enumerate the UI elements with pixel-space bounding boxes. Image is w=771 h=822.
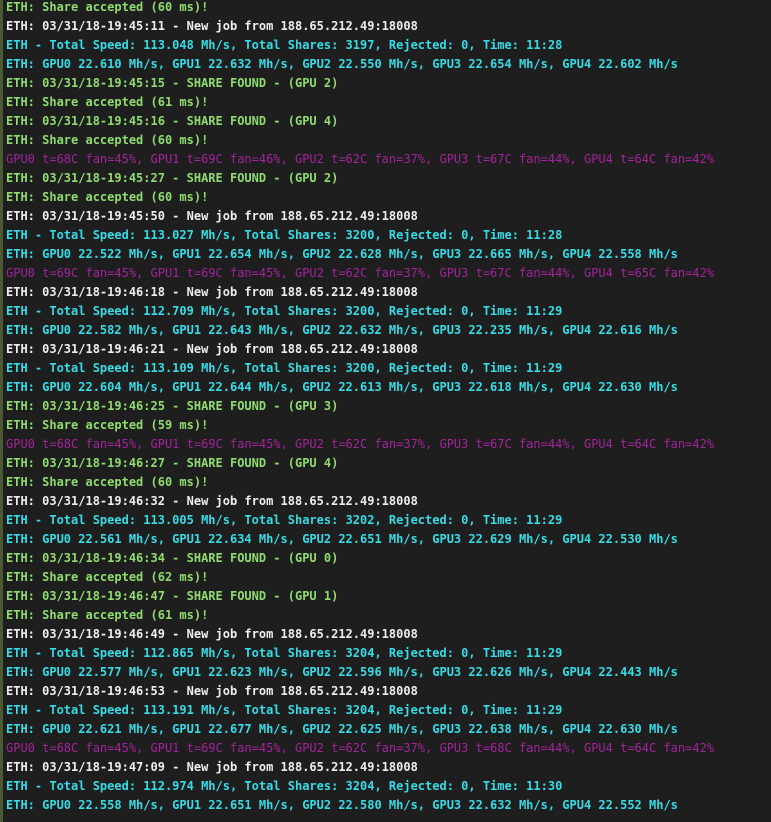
log-line: GPU0 t=68C fan=45%, GPU1 t=69C fan=45%, … xyxy=(6,741,715,755)
log-line: ETH: GPU0 22.577 Mh/s, GPU1 22.623 Mh/s,… xyxy=(6,665,678,679)
log-line: ETH: 03/31/18-19:45:16 - SHARE FOUND - (… xyxy=(6,114,339,128)
log-line: ETH: 03/31/18-19:46:21 - New job from 18… xyxy=(6,342,418,356)
miner-log-output: ETH: Share accepted (60 ms)! ETH: 03/31/1… xyxy=(6,0,771,815)
log-line: ETH: 03/31/18-19:46:53 - New job from 18… xyxy=(6,684,418,698)
log-line: ETH: Share accepted (60 ms)! xyxy=(6,133,209,147)
log-line: GPU0 t=68C fan=45%, GPU1 t=69C fan=45%, … xyxy=(6,437,715,451)
log-line: ETH - Total Speed: 112.974 Mh/s, Total S… xyxy=(6,779,563,793)
log-line: ETH: Share accepted (60 ms)! xyxy=(6,190,209,204)
log-line: ETH: Share accepted (60 ms)! xyxy=(6,475,209,489)
log-line: ETH: 03/31/18-19:45:15 - SHARE FOUND - (… xyxy=(6,76,339,90)
log-line: ETH - Total Speed: 113.191 Mh/s, Total S… xyxy=(6,703,563,717)
log-line: ETH: 03/31/18-19:46:32 - New job from 18… xyxy=(6,494,418,508)
log-line: ETH - Total Speed: 112.865 Mh/s, Total S… xyxy=(6,646,563,660)
log-line: GPU0 t=69C fan=45%, GPU1 t=69C fan=45%, … xyxy=(6,266,715,280)
log-line: ETH: 03/31/18-19:46:34 - SHARE FOUND - (… xyxy=(6,551,339,565)
log-line: ETH: GPU0 22.522 Mh/s, GPU1 22.654 Mh/s,… xyxy=(6,247,678,261)
log-line: ETH: GPU0 22.561 Mh/s, GPU1 22.634 Mh/s,… xyxy=(6,532,678,546)
log-line: ETH - Total Speed: 112.709 Mh/s, Total S… xyxy=(6,304,563,318)
log-line: GPU0 t=68C fan=45%, GPU1 t=69C fan=46%, … xyxy=(6,152,715,166)
log-line: ETH: GPU0 22.604 Mh/s, GPU1 22.644 Mh/s,… xyxy=(6,380,678,394)
left-gutter-bar xyxy=(0,0,3,822)
log-line: ETH: 03/31/18-19:46:27 - SHARE FOUND - (… xyxy=(6,456,339,470)
log-line: ETH: GPU0 22.582 Mh/s, GPU1 22.643 Mh/s,… xyxy=(6,323,678,337)
log-line: ETH - Total Speed: 113.027 Mh/s, Total S… xyxy=(6,228,563,242)
log-line: ETH: 03/31/18-19:45:27 - SHARE FOUND - (… xyxy=(6,171,339,185)
log-line: ETH: 03/31/18-19:47:09 - New job from 18… xyxy=(6,760,418,774)
log-line: ETH: 03/31/18-19:45:11 - New job from 18… xyxy=(6,19,418,33)
log-line: ETH - Total Speed: 113.005 Mh/s, Total S… xyxy=(6,513,563,527)
log-line: ETH - Total Speed: 113.109 Mh/s, Total S… xyxy=(6,361,563,375)
log-line: ETH: 03/31/18-19:46:25 - SHARE FOUND - (… xyxy=(6,399,339,413)
log-line: ETH: 03/31/18-19:45:50 - New job from 18… xyxy=(6,209,418,223)
log-line: ETH: 03/31/18-19:46:49 - New job from 18… xyxy=(6,627,418,641)
log-line: ETH: 03/31/18-19:46:47 - SHARE FOUND - (… xyxy=(6,589,339,603)
log-line: ETH: Share accepted (61 ms)! xyxy=(6,608,209,622)
log-line: ETH: GPU0 22.610 Mh/s, GPU1 22.632 Mh/s,… xyxy=(6,57,678,71)
log-line: ETH: Share accepted (59 ms)! xyxy=(6,418,209,432)
log-line: ETH: Share accepted (60 ms)! xyxy=(6,0,209,14)
terminal-window[interactable]: ETH: Share accepted (60 ms)! ETH: 03/31/1… xyxy=(0,0,771,822)
log-line: ETH: 03/31/18-19:46:18 - New job from 18… xyxy=(6,285,418,299)
log-line: ETH: Share accepted (61 ms)! xyxy=(6,95,209,109)
vertical-scrollbar[interactable] xyxy=(765,0,771,822)
log-line: ETH - Total Speed: 113.048 Mh/s, Total S… xyxy=(6,38,563,52)
log-line: ETH: GPU0 22.558 Mh/s, GPU1 22.651 Mh/s,… xyxy=(6,798,678,812)
log-line: ETH: GPU0 22.621 Mh/s, GPU1 22.677 Mh/s,… xyxy=(6,722,678,736)
log-line: ETH: Share accepted (62 ms)! xyxy=(6,570,209,584)
